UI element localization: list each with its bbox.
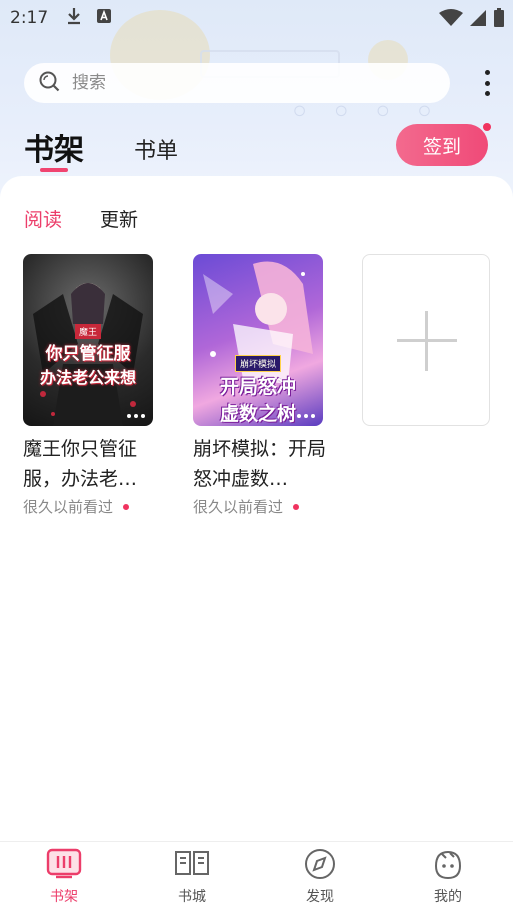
notification-a-icon: [96, 8, 112, 28]
profile-icon: [430, 848, 466, 884]
subtab-reading[interactable]: 阅读: [24, 205, 62, 232]
status-time: 2:17: [10, 8, 49, 28]
book-last-read: 很久以前看过: [193, 496, 333, 517]
search-bar[interactable]: [24, 63, 450, 103]
bookshelf-icon: [46, 848, 82, 884]
nav-bookstore[interactable]: 书城: [157, 848, 227, 906]
cover-title-block: 魔王 你只管征服 办法老公来想: [23, 320, 153, 388]
book-menu-button[interactable]: [127, 414, 145, 418]
nav-label: 我的: [434, 889, 462, 905]
cover-title-main: 开局怒冲: [219, 376, 296, 398]
book-menu-button[interactable]: [297, 414, 315, 418]
cover-title-main: 你只管征服: [45, 344, 131, 364]
signin-badge-dot: [483, 123, 491, 131]
book-store-icon: [174, 848, 210, 884]
tab-booklist[interactable]: 书单: [134, 133, 178, 165]
signin-button[interactable]: 签到: [396, 124, 488, 166]
book-cover[interactable]: 崩坏模拟 开局怒冲 虚数之树: [193, 254, 323, 426]
unread-dot: [293, 503, 300, 510]
search-input[interactable]: [72, 73, 412, 93]
status-bar: 2:17: [0, 0, 513, 36]
book-title: 崩坏模拟：开局怒冲虚数…: [193, 438, 327, 490]
wifi-icon: [439, 9, 463, 31]
book-card[interactable]: 崩坏模拟 开局怒冲 虚数之树 崩坏模拟：开局怒冲虚数… 很久以前看过: [193, 254, 333, 517]
nav-discover[interactable]: 发现: [285, 848, 355, 906]
book-title: 魔王你只管征服，办法老…: [23, 438, 138, 490]
cellular-signal-icon: [469, 9, 487, 31]
book-cover[interactable]: 魔王 你只管征服 办法老公来想: [23, 254, 153, 426]
status-indicators: [439, 8, 505, 32]
nav-label: 书城: [178, 889, 206, 905]
cover-tag: 魔王: [74, 324, 101, 339]
compass-icon: [302, 848, 338, 884]
book-last-read: 很久以前看过: [23, 496, 163, 517]
search-icon: [38, 70, 60, 96]
book-last-read-text: 很久以前看过: [23, 498, 114, 516]
nav-label: 书架: [50, 889, 78, 905]
book-card[interactable]: 魔王 你只管征服 办法老公来想 魔王你只管征服，办法老… 很久以前看过: [23, 254, 163, 517]
subtab-updates[interactable]: 更新: [100, 205, 138, 232]
cover-title-sub: 办法老公来想: [39, 368, 136, 387]
download-icon: [66, 7, 82, 29]
unread-dot: [123, 503, 130, 510]
add-book-button[interactable]: [362, 254, 490, 426]
book-last-read-text: 很久以前看过: [193, 498, 284, 516]
tab-bookshelf[interactable]: 书架: [24, 125, 84, 169]
cover-tag: 崩坏模拟: [234, 355, 281, 372]
nav-bookshelf[interactable]: 书架: [29, 848, 99, 906]
cover-title-sub: 虚数之树: [219, 403, 296, 425]
more-options-button[interactable]: [476, 68, 498, 98]
tab-active-indicator: [40, 168, 68, 172]
nav-label: 发现: [306, 889, 334, 905]
battery-icon: [493, 8, 505, 32]
nav-profile[interactable]: 我的: [413, 848, 483, 906]
bottom-navigation: 书架 书城 发现 我的: [0, 841, 513, 912]
